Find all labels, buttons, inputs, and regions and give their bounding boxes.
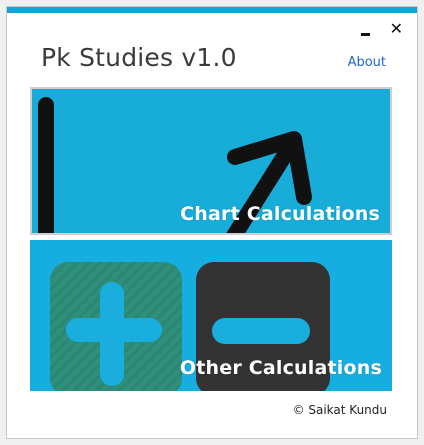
app-title: Pk Studies v1.0 (41, 43, 237, 72)
minus-stroke (212, 318, 310, 344)
other-calculations-label: Other Calculations (179, 357, 382, 379)
copyright-text: © Saikat Kundu (292, 403, 387, 417)
chart-calculations-tile[interactable]: Chart Calculations (30, 87, 392, 235)
plus-horizontal-stroke (66, 318, 162, 342)
app-window: ✕ Pk Studies v1.0 About Chart Calculatio… (6, 6, 418, 439)
window-accent-bar (7, 7, 417, 13)
window-controls: ✕ (360, 21, 403, 37)
chart-calculations-label: Chart Calculations (180, 203, 380, 225)
minimize-button[interactable] (360, 21, 370, 37)
close-button[interactable]: ✕ (390, 21, 403, 37)
about-link[interactable]: About (348, 55, 386, 70)
other-calculations-tile[interactable]: Other Calculations (30, 240, 392, 391)
